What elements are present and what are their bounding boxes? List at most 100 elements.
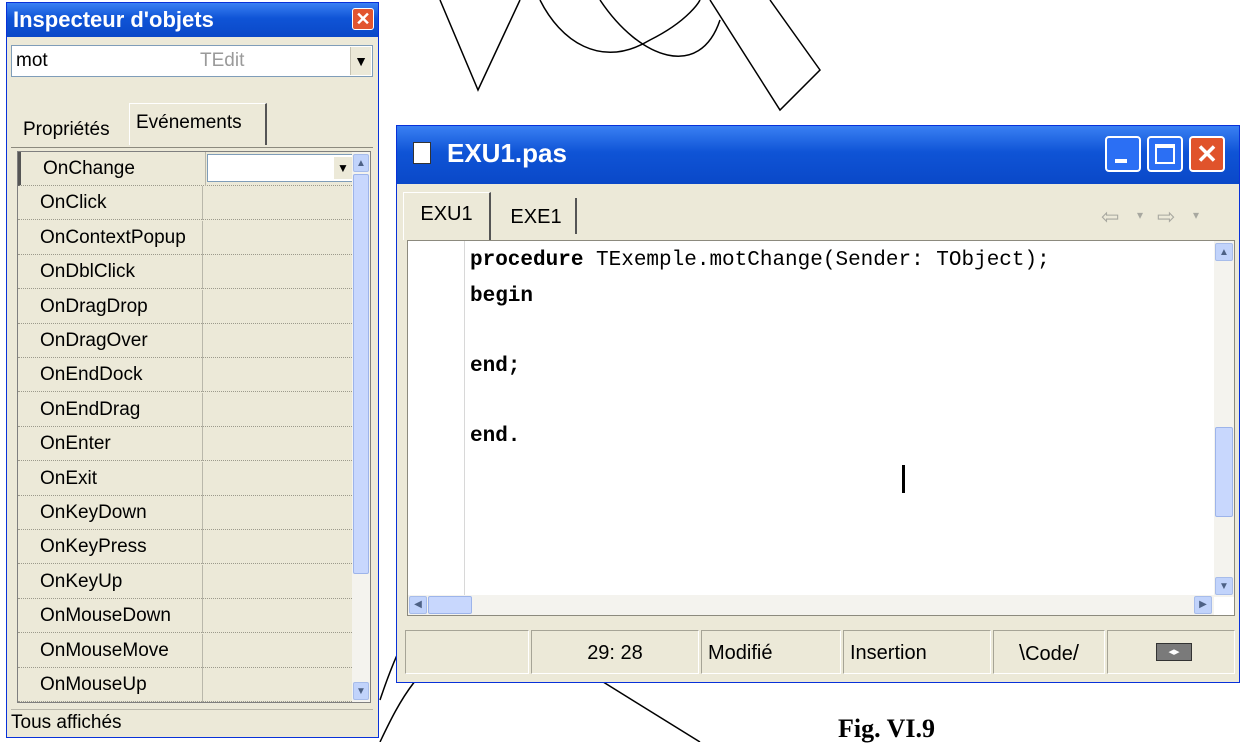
scroll-thumb[interactable] (428, 596, 472, 614)
column-divider (202, 530, 203, 565)
event-row[interactable]: OnEndDock (18, 358, 352, 393)
close-icon: ✕ (1196, 139, 1218, 169)
code-editor-window: EXU1.pas ✕ EXU1 EXE1 ⇦ ▾ ⇨ ▾ procedure T… (396, 125, 1240, 683)
event-row[interactable]: OnExit (18, 461, 352, 496)
event-name: OnEndDrag (40, 398, 141, 420)
event-name: OnKeyUp (40, 570, 123, 592)
column-divider (202, 392, 203, 427)
document-icon (413, 142, 431, 164)
column-divider (202, 564, 203, 599)
event-row[interactable]: OnDragDrop (18, 289, 352, 324)
code-line: end; (470, 355, 521, 378)
event-name: OnKeyDown (40, 502, 147, 523)
vertical-scrollbar[interactable]: ▲ ▼ (352, 152, 370, 702)
scroll-up-icon[interactable]: ▲ (1215, 243, 1233, 261)
event-handler-combo[interactable]: ▼ (207, 154, 355, 182)
column-divider (202, 186, 203, 221)
event-row[interactable]: OnKeyPress (18, 530, 352, 565)
event-row[interactable]: OnMouseMove (18, 633, 352, 668)
scroll-thumb[interactable] (353, 174, 369, 574)
column-divider (205, 152, 206, 186)
code-view-label: Code (1025, 643, 1073, 665)
chevron-down-icon[interactable]: ▼ (334, 157, 352, 179)
event-row[interactable]: OnChange ▼ (18, 152, 355, 186)
column-divider (202, 599, 203, 634)
event-row[interactable]: OnEnter (18, 427, 352, 462)
text-caret (902, 465, 905, 493)
column-divider (202, 289, 203, 324)
column-divider (202, 427, 203, 462)
inspector-tabs: Propriétés Evénements (11, 101, 373, 148)
chevron-down-icon[interactable]: ▼ (350, 47, 371, 75)
scroll-down-icon[interactable]: ▼ (1215, 577, 1233, 595)
modified-status: Modifié (701, 630, 841, 674)
object-type: TEdit (200, 50, 245, 71)
insert-mode-status: Insertion (843, 630, 991, 674)
event-row[interactable]: OnMouseDown (18, 599, 352, 634)
code-line: procedure TExemple.motChange(Sender: TOb… (470, 249, 1050, 272)
chevron-down-icon[interactable]: ▾ (1193, 208, 1199, 222)
inspector-titlebar[interactable]: Inspecteur d'objets ✕ (7, 3, 378, 37)
code-text: TExemple.motChange(Sender: TObject); (583, 249, 1050, 272)
event-row[interactable]: OnKeyUp (18, 564, 352, 599)
event-name: OnClick (40, 192, 107, 214)
forward-arrow-icon[interactable]: ⇨ (1157, 204, 1175, 230)
event-name: OnMouseDown (40, 605, 171, 627)
tab-code-view[interactable]: \Code/ (993, 630, 1105, 674)
editor-tabs: EXU1 EXE1 ⇦ ▾ ⇨ ▾ (401, 186, 1235, 240)
minimize-icon (1115, 159, 1127, 163)
event-name: OnKeyPress (40, 536, 147, 558)
column-divider (202, 358, 203, 393)
tab-exe1[interactable]: EXE1 (497, 198, 577, 234)
chevron-down-icon[interactable]: ▾ (1137, 208, 1143, 222)
event-row[interactable]: OnClick (18, 186, 352, 221)
minimize-button[interactable] (1105, 136, 1141, 172)
column-divider (202, 633, 203, 668)
scroll-down-icon[interactable]: ▼ (353, 682, 369, 700)
event-row[interactable]: OnMouseUp (18, 668, 352, 702)
event-row[interactable]: OnContextPopup (18, 220, 352, 255)
events-grid: OnChange ▼ OnClick OnContextPopup OnDblClick… (17, 151, 371, 703)
editor-gutter (408, 241, 465, 615)
object-name: mot (16, 50, 48, 71)
event-name: OnDragOver (40, 330, 148, 351)
figure-caption: Fig. VI.9 (838, 714, 936, 743)
event-name: OnEnter (40, 433, 111, 455)
close-icon[interactable]: ✕ (352, 8, 374, 30)
column-divider (202, 255, 203, 290)
navigate-icon[interactable]: ◂▸ (1156, 643, 1192, 661)
code-area[interactable]: procedure TExemple.motChange(Sender: TOb… (407, 240, 1235, 616)
event-name: OnExit (40, 467, 98, 489)
maximize-button[interactable] (1147, 136, 1183, 172)
back-arrow-icon[interactable]: ⇦ (1101, 204, 1119, 230)
column-divider (202, 220, 203, 255)
event-name: OnEndDock (40, 364, 143, 386)
code-line: begin (470, 285, 534, 308)
tab-events[interactable]: Evénements (129, 103, 267, 145)
editor-statusbar: 29: 28 Modifié Insertion \Code/ ◂▸ (401, 622, 1237, 678)
inspector-status: Tous affichés (11, 709, 373, 736)
editor-titlebar[interactable]: EXU1.pas ✕ (397, 126, 1239, 184)
cursor-position: 29: 28 (531, 630, 699, 674)
code-line: end. (470, 425, 521, 448)
event-name: OnChange (43, 158, 135, 179)
event-row[interactable]: OnDragOver (18, 324, 352, 358)
tab-properties[interactable]: Propriétés (17, 113, 129, 147)
event-row[interactable]: OnKeyDown (18, 496, 352, 530)
scroll-left-icon[interactable]: ◀ (409, 596, 427, 614)
horizontal-scrollbar[interactable]: ◀ ▶ (408, 595, 1214, 615)
event-row[interactable]: OnDblClick (18, 255, 352, 290)
close-button[interactable]: ✕ (1189, 136, 1225, 172)
event-name: OnMouseUp (40, 674, 147, 695)
object-selector-combo[interactable]: mot TEdit ▼ (11, 45, 373, 77)
tab-exu1[interactable]: EXU1 (403, 192, 491, 240)
vertical-scrollbar[interactable]: ▲ ▼ (1214, 241, 1234, 597)
column-divider (202, 668, 203, 702)
scroll-up-icon[interactable]: ▲ (353, 154, 369, 172)
scroll-thumb[interactable] (1215, 427, 1233, 517)
scroll-right-icon[interactable]: ▶ (1194, 596, 1212, 614)
event-row[interactable]: OnEndDrag (18, 392, 352, 427)
status-panel-nav: ◂▸ (1107, 630, 1235, 674)
editor-title: EXU1.pas (447, 138, 567, 168)
maximize-icon (1155, 144, 1175, 164)
